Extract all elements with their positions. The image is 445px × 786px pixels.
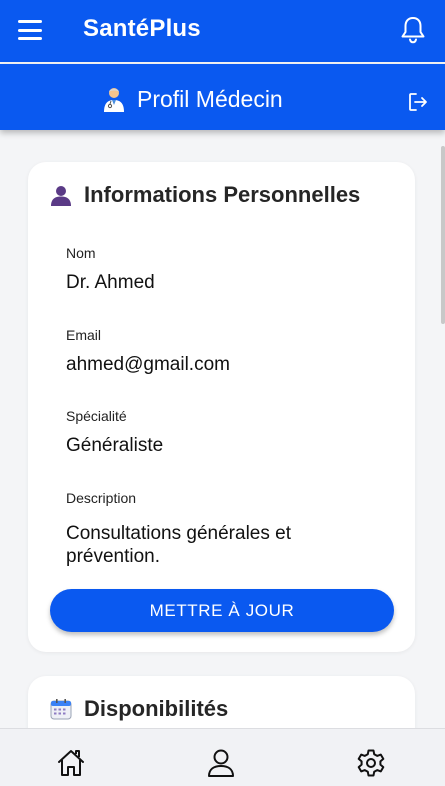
field-label: Description xyxy=(66,490,137,506)
email-field[interactable]: Email ahmed@gmail.com xyxy=(66,327,386,376)
field-value[interactable]: Dr. Ahmed xyxy=(66,271,386,294)
field-value[interactable]: Consultations générales et prévention. xyxy=(66,522,336,568)
field-label: Spécialité xyxy=(66,408,127,424)
bottom-nav xyxy=(0,728,445,786)
field-label: Email xyxy=(66,327,102,343)
personal-info-card: Informations Personnelles Nom Dr. Ahmed … xyxy=(28,162,415,652)
menu-icon[interactable] xyxy=(18,20,42,40)
availability-heading: Disponibilités xyxy=(50,696,228,722)
update-button[interactable]: METTRE À JOUR xyxy=(50,589,394,632)
field-value[interactable]: ahmed@gmail.com xyxy=(66,353,386,376)
description-field[interactable]: Description Consultations générales et p… xyxy=(66,490,336,568)
personal-info-heading: Informations Personnelles xyxy=(50,182,360,208)
user-icon[interactable] xyxy=(206,748,236,778)
name-field[interactable]: Nom Dr. Ahmed xyxy=(66,245,386,294)
page-title: Profil Médecin xyxy=(137,86,283,112)
app-bar: SantéPlus xyxy=(0,0,445,62)
home-icon[interactable] xyxy=(56,748,86,778)
doctor-icon xyxy=(104,88,124,112)
field-label: Nom xyxy=(66,245,96,261)
gear-icon[interactable] xyxy=(356,748,386,778)
specialty-field[interactable]: Spécialité Généraliste xyxy=(66,408,386,457)
scrollbar[interactable] xyxy=(441,146,445,324)
section-title: Disponibilités xyxy=(84,696,229,721)
section-title: Informations Personnelles xyxy=(84,182,361,207)
app-title: SantéPlus xyxy=(83,15,201,42)
field-value[interactable]: Généraliste xyxy=(66,434,386,457)
person-icon xyxy=(51,186,71,206)
calendar-icon xyxy=(50,699,72,720)
bell-icon[interactable] xyxy=(399,15,427,45)
logout-icon[interactable] xyxy=(407,91,429,113)
profile-header: Profil Médecin xyxy=(0,64,445,130)
